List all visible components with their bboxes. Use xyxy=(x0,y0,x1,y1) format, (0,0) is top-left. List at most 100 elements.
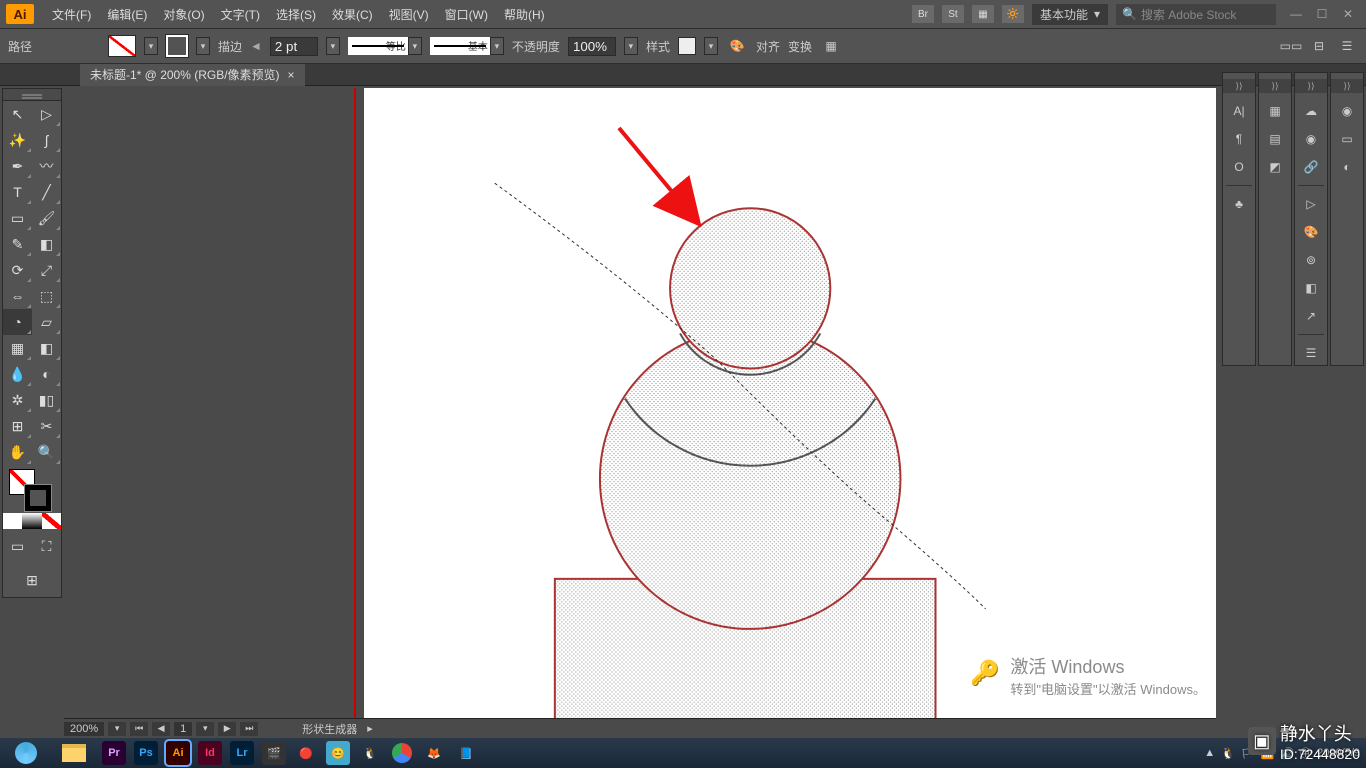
graph-tool[interactable]: ▮▯ xyxy=(32,387,61,413)
tray-flag-icon[interactable]: 🏳 xyxy=(1241,747,1255,760)
perspective-tool[interactable]: ▱ xyxy=(32,309,61,335)
line-tool[interactable]: ╱ xyxy=(32,179,61,205)
taskbar-premiere-icon[interactable]: Pr xyxy=(102,741,126,765)
last-artboard-icon[interactable]: ⏭ xyxy=(240,722,258,736)
taskbar-explorer-icon[interactable] xyxy=(54,740,94,766)
panel-collapse-icon[interactable] xyxy=(1331,79,1363,93)
tray-date[interactable]: 2020/5/9 xyxy=(1317,747,1360,759)
close-tab-icon[interactable]: × xyxy=(288,68,295,82)
color-panel-icon[interactable]: ◉ xyxy=(1298,127,1324,151)
libraries-panel-icon[interactable]: ☁ xyxy=(1298,99,1324,123)
menu-file[interactable]: 文件(F) xyxy=(46,4,97,25)
stroke-panel-icon[interactable]: ⊚ xyxy=(1298,248,1324,272)
screen-mode-normal[interactable]: ▭ xyxy=(3,533,32,559)
tray-up-icon[interactable]: ▲ xyxy=(1204,747,1215,759)
window-maximize[interactable]: ☐ xyxy=(1310,5,1334,23)
swatches-panel-icon[interactable]: ▦ xyxy=(1262,99,1288,123)
taskbar-indesign-icon[interactable]: Id xyxy=(198,741,222,765)
search-stock[interactable]: 🔍 搜索 Adobe Stock xyxy=(1116,4,1276,25)
zoom-dd[interactable]: ▾ xyxy=(108,722,126,736)
menu-view[interactable]: 视图(V) xyxy=(383,4,435,25)
toolbox-grip[interactable] xyxy=(3,89,61,101)
transform-flyout-icon[interactable]: ▦ xyxy=(820,35,842,57)
canvas[interactable] xyxy=(64,88,1216,718)
graphic-styles-icon[interactable]: ▭ xyxy=(1334,127,1360,151)
selection-tool[interactable]: ↖ xyxy=(3,101,32,127)
blend-tool[interactable]: ◐ xyxy=(32,361,61,387)
taskbar-app-icon[interactable]: 🎬 xyxy=(262,741,286,765)
slice-tool[interactable]: ✂ xyxy=(32,413,61,439)
first-artboard-icon[interactable]: ⏮ xyxy=(130,722,148,736)
eraser-tool[interactable]: ◧ xyxy=(32,231,61,257)
menu-edit[interactable]: 编辑(E) xyxy=(101,4,153,25)
artboard-dd[interactable]: ▾ xyxy=(196,722,214,736)
fill-stroke-widget[interactable] xyxy=(3,465,61,513)
menu-select[interactable]: 选择(S) xyxy=(270,4,322,25)
fill-dropdown[interactable] xyxy=(144,37,158,55)
workspace-switcher[interactable]: 基本功能▾ xyxy=(1032,4,1108,25)
zoom-tool[interactable]: 🔍 xyxy=(32,439,61,465)
menu-window[interactable]: 窗口(W) xyxy=(439,4,494,25)
direct-selection-tool[interactable]: ▷ xyxy=(32,101,61,127)
graphic-style[interactable] xyxy=(678,37,696,55)
taskbar-app-icon[interactable]: 😊 xyxy=(326,741,350,765)
stock-button[interactable]: St xyxy=(942,5,964,23)
brushes-panel-icon[interactable]: ▷ xyxy=(1298,192,1324,216)
lasso-tool[interactable]: ʃ xyxy=(32,127,61,153)
artboard-tool[interactable]: ⊞ xyxy=(3,413,32,439)
edit-toolbar-icon[interactable]: ⊞ xyxy=(17,567,47,593)
eyedropper-tool[interactable]: 💧 xyxy=(3,361,32,387)
brush-def[interactable]: 基本 xyxy=(430,37,490,55)
layers-panel-icon[interactable]: ☰ xyxy=(1298,341,1324,365)
taskbar-chrome-icon[interactable] xyxy=(390,741,414,765)
stroke-color-icon[interactable] xyxy=(25,485,51,511)
appearance-panel-icon[interactable]: ◉ xyxy=(1334,99,1360,123)
menu-help[interactable]: 帮助(H) xyxy=(498,4,551,25)
pen-tool[interactable]: ✒ xyxy=(3,153,32,179)
panel-collapse-icon[interactable] xyxy=(1223,79,1255,93)
align2-icon[interactable]: ⊟ xyxy=(1308,35,1330,57)
tray-volume-icon[interactable]: 🔊 xyxy=(1280,747,1294,760)
opentype-panel-icon[interactable]: O xyxy=(1226,155,1252,179)
taskbar-tray[interactable]: ▲ 🐧 🏳 📶 🔊 ㊥ 2020/5/9 xyxy=(1204,745,1360,761)
tray-network-icon[interactable]: 📶 xyxy=(1261,747,1275,760)
bridge-button[interactable]: Br xyxy=(912,5,934,23)
zoom-level[interactable]: 200% xyxy=(64,722,104,736)
links-panel-icon[interactable]: 🔗 xyxy=(1298,155,1324,179)
prev-artboard-icon[interactable]: ◀ xyxy=(152,722,170,736)
export-panel-icon[interactable]: ↗ xyxy=(1298,304,1324,328)
free-transform-tool[interactable]: ⬚ xyxy=(32,283,61,309)
symbols-panel-icon[interactable]: ♣ xyxy=(1226,192,1252,216)
next-artboard-icon[interactable]: ▶ xyxy=(218,722,236,736)
taskbar-illustrator-icon[interactable]: Ai xyxy=(166,741,190,765)
pathfinder-panel-icon[interactable]: ◩ xyxy=(1262,155,1288,179)
menu-effect[interactable]: 效果(C) xyxy=(326,4,379,25)
color-guide-icon[interactable]: 🎨 xyxy=(1298,220,1324,244)
shaper-tool[interactable]: ✎ xyxy=(3,231,32,257)
paintbrush-tool[interactable]: 🖌 xyxy=(32,205,61,231)
panel-collapse-icon[interactable] xyxy=(1259,79,1291,93)
character-panel-icon[interactable]: A| xyxy=(1226,99,1252,123)
taskbar-firefox-icon[interactable]: 🦊 xyxy=(422,741,446,765)
artboard-number[interactable]: 1 xyxy=(174,722,192,736)
stroke-swatch[interactable] xyxy=(166,35,188,57)
hand-tool[interactable]: ✋ xyxy=(3,439,32,465)
panel-collapse-icon[interactable] xyxy=(1295,79,1327,93)
type-tool[interactable]: T xyxy=(3,179,32,205)
menu-icon[interactable]: ☰ xyxy=(1336,35,1358,57)
paragraph-panel-icon[interactable]: ¶ xyxy=(1226,127,1252,151)
window-close[interactable]: ✕ xyxy=(1336,5,1360,23)
scale-tool[interactable]: ⤢ xyxy=(32,257,61,283)
width-tool[interactable]: ⇔ xyxy=(3,283,32,309)
stroke-weight-input[interactable] xyxy=(270,37,318,56)
window-minimize[interactable]: — xyxy=(1284,5,1308,23)
stroke-weight-dd[interactable] xyxy=(326,37,340,55)
document-tab[interactable]: 未标题-1* @ 200% (RGB/像素预览) × xyxy=(80,64,305,86)
menu-type[interactable]: 文字(T) xyxy=(215,4,266,25)
curvature-tool[interactable]: 〰 xyxy=(32,153,61,179)
align-label[interactable]: 对齐 xyxy=(756,38,780,55)
fill-swatch[interactable] xyxy=(108,35,136,57)
mesh-tool[interactable]: ▦ xyxy=(3,335,32,361)
rectangle-tool[interactable]: ▭ xyxy=(3,205,32,231)
taskbar-lightroom-icon[interactable]: Lr xyxy=(230,741,254,765)
